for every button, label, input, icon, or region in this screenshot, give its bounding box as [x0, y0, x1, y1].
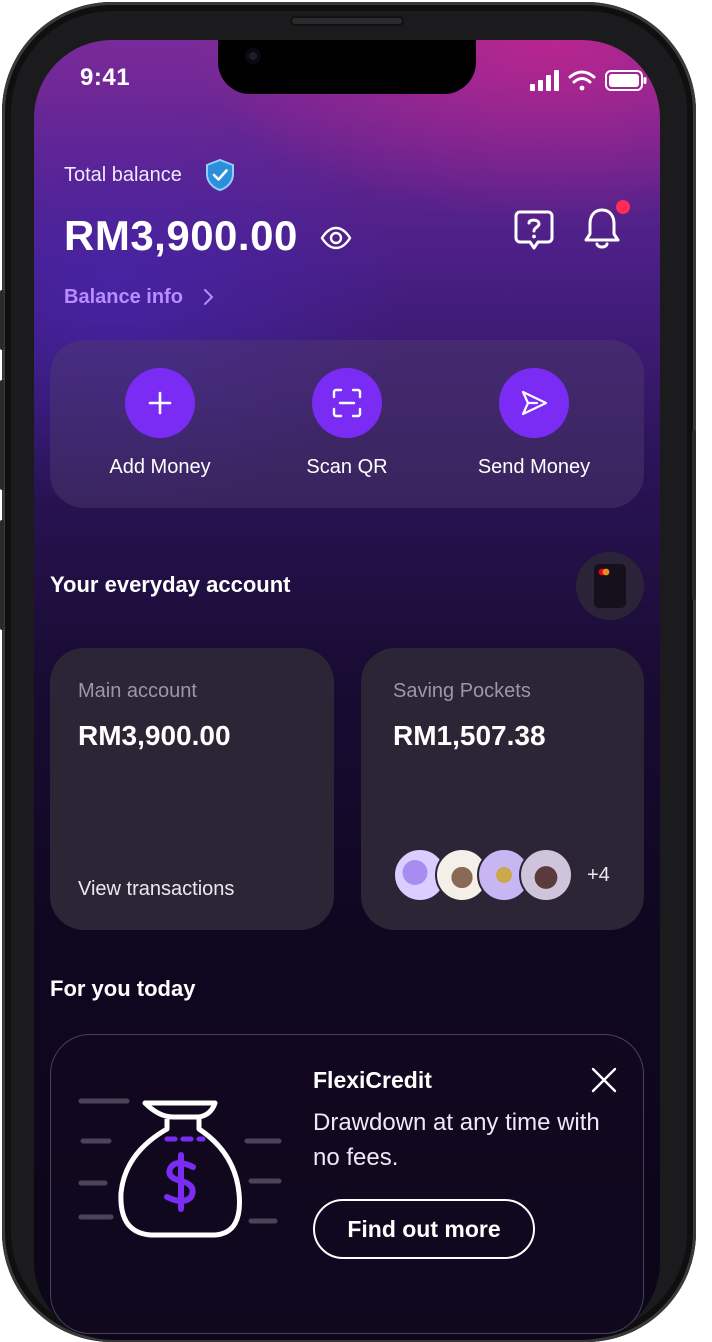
volume-button	[0, 290, 4, 350]
add-money-button[interactable]: Add Money	[70, 368, 250, 479]
card-button[interactable]	[576, 552, 644, 620]
balance-amount: RM3,900.00	[64, 212, 298, 259]
flexicredit-promo-card: FlexiCredit Drawdown at any time with no…	[50, 1034, 644, 1334]
send-money-button[interactable]: Send Money	[444, 368, 624, 479]
close-icon[interactable]	[589, 1065, 619, 1095]
more-pockets-count: +4	[587, 864, 610, 886]
for-you-title: For you today	[50, 976, 196, 1001]
send-money-label: Send Money	[477, 456, 591, 478]
balance-info-link[interactable]: Balance info	[64, 286, 183, 309]
send-money-circle	[499, 368, 569, 438]
volume-button	[0, 520, 4, 630]
pocket-avatar	[519, 848, 573, 902]
saving-pockets-card[interactable]: Saving Pockets RM1,507.38 +4	[361, 648, 644, 930]
notification-dot	[616, 200, 630, 214]
scan-qr-icon	[332, 388, 362, 418]
quick-actions-panel: Add Money Scan QR Send Money	[50, 340, 644, 508]
find-out-more-button[interactable]: Find out more	[313, 1199, 535, 1259]
scan-qr-circle	[312, 368, 382, 438]
everyday-account-title: Your everyday account	[50, 572, 291, 597]
power-button	[692, 430, 696, 600]
eye-icon[interactable]	[320, 224, 352, 252]
send-icon	[521, 390, 548, 416]
volume-button	[0, 380, 4, 490]
promo-description: Drawdown at any time with no fees.	[313, 1109, 600, 1171]
add-money-label: Add Money	[109, 456, 211, 478]
add-money-circle	[125, 368, 195, 438]
plus-icon	[148, 391, 172, 415]
speaker-grille	[290, 16, 404, 26]
scan-qr-button[interactable]: Scan QR	[257, 368, 437, 479]
promo-title: FlexiCredit	[313, 1067, 432, 1093]
phone-mockup: 9:41 Total balance RM3,900.00 Balance in…	[0, 0, 712, 1342]
shield-check-icon	[206, 158, 234, 192]
main-account-card[interactable]: Main account RM3,900.00 View transaction…	[50, 648, 334, 930]
status-time: 9:41	[80, 64, 131, 91]
chevron-right-icon	[204, 289, 214, 305]
battery-icon	[605, 70, 647, 91]
saving-pockets-amount: RM1,507.38	[393, 720, 546, 751]
pocket-avatars	[393, 848, 593, 902]
wifi-icon	[568, 70, 596, 91]
saving-pockets-name: Saving Pockets	[393, 680, 531, 702]
scan-qr-label: Scan QR	[306, 456, 388, 478]
card-icon	[594, 564, 626, 608]
view-transactions-link[interactable]: View transactions	[78, 878, 234, 901]
signal-icon	[530, 70, 559, 91]
status-icons	[530, 70, 647, 91]
money-bag-icon	[78, 1098, 282, 1238]
total-balance-label: Total balance	[64, 164, 182, 186]
camera-icon	[245, 48, 261, 64]
main-account-name: Main account	[78, 680, 197, 702]
help-icon[interactable]	[512, 208, 556, 252]
main-account-amount: RM3,900.00	[78, 720, 231, 751]
